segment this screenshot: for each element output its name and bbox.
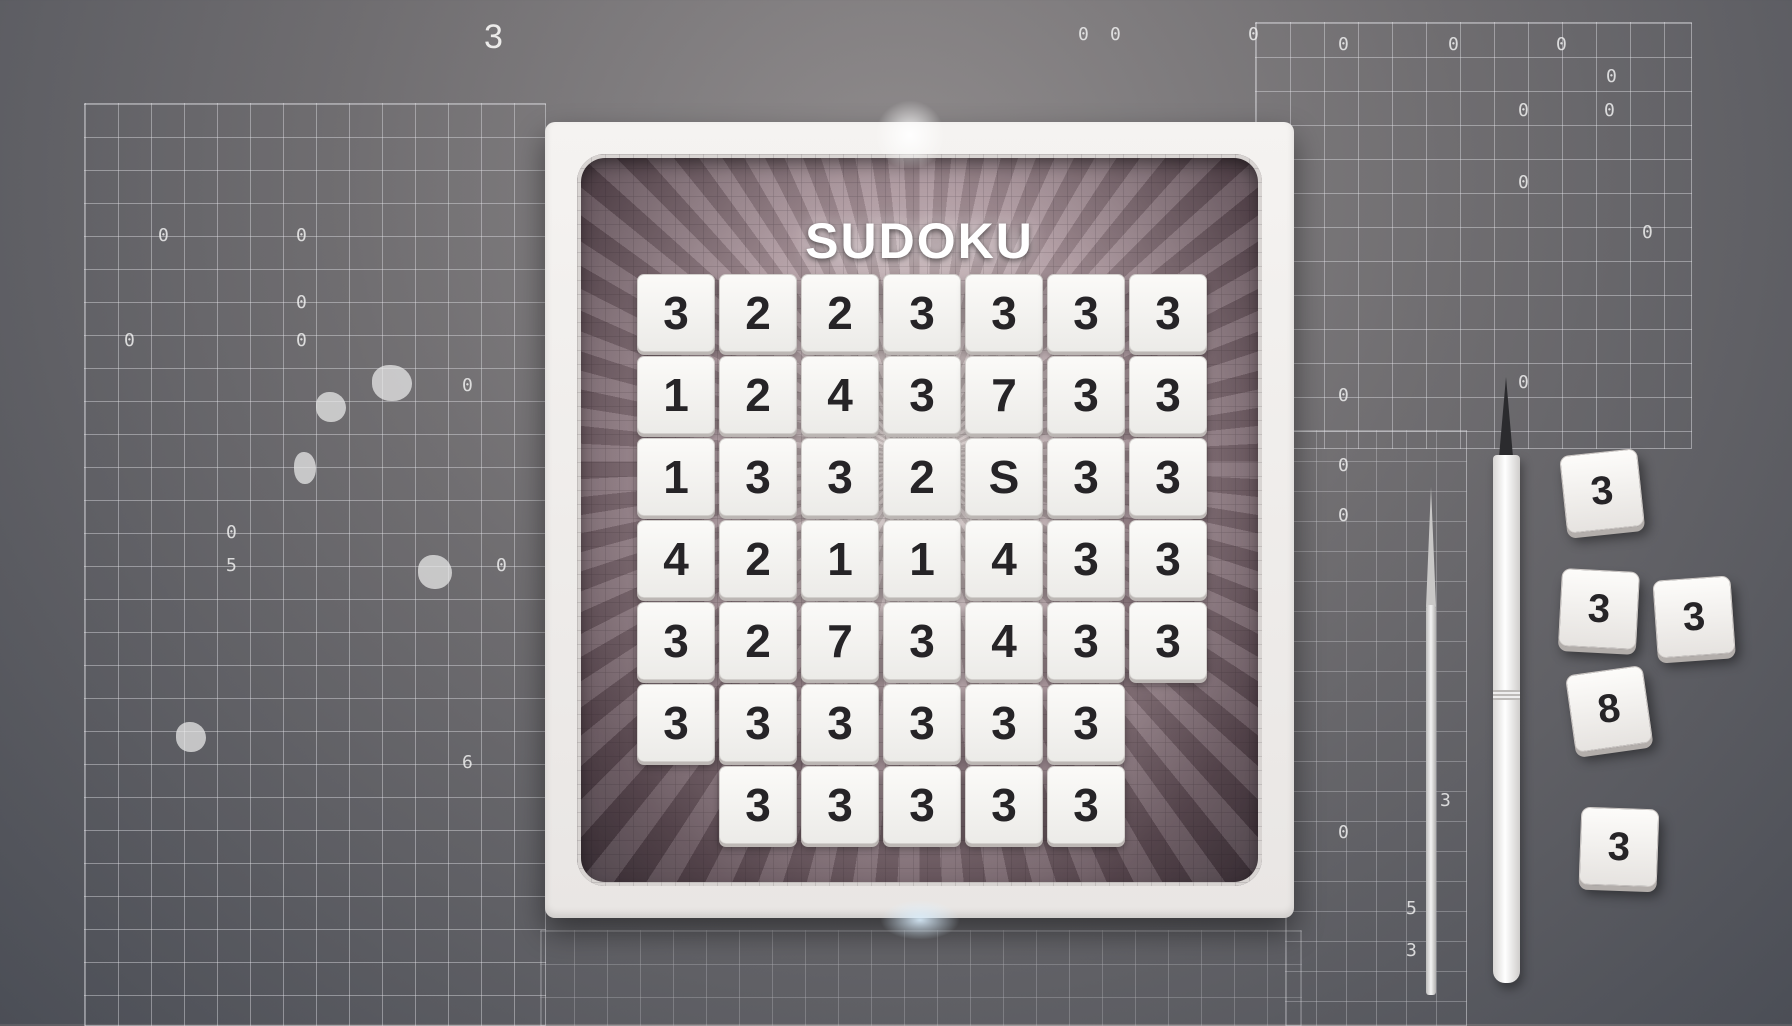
scribble-mark: 0 (1110, 24, 1121, 45)
loose-number-tile[interactable]: 3 (1652, 575, 1736, 659)
sudoku-cell[interactable]: 1 (883, 520, 961, 598)
sudoku-cell[interactable]: 2 (719, 520, 797, 598)
sudoku-cell[interactable]: 3 (719, 684, 797, 762)
sudoku-cell[interactable]: 3 (883, 602, 961, 680)
scribble-mark: 0 (1338, 455, 1349, 476)
light-flare (875, 100, 945, 170)
sudoku-cell[interactable]: 3 (801, 766, 879, 844)
sudoku-cell[interactable]: 3 (1047, 766, 1125, 844)
sudoku-cell[interactable]: 3 (637, 684, 715, 762)
sudoku-cell[interactable]: 3 (883, 684, 961, 762)
sudoku-cell[interactable]: 7 (965, 356, 1043, 434)
loose-number-tile[interactable]: 3 (1578, 806, 1660, 888)
scribble-mark: 0 (1338, 34, 1349, 55)
sudoku-cell[interactable]: 3 (883, 356, 961, 434)
graph-paper-right (1255, 22, 1692, 449)
sudoku-cell[interactable]: 3 (883, 274, 961, 352)
graph-paper-left (84, 103, 546, 1026)
scribble-mark: 0 (296, 225, 307, 246)
sudoku-cell[interactable]: 3 (719, 766, 797, 844)
scribble-mark: 0 (124, 330, 135, 351)
scribble-mark: 0 (1448, 34, 1459, 55)
scribble-digit-top: 3 (484, 18, 503, 56)
scribble-mark: 0 (296, 330, 307, 351)
sudoku-cell[interactable]: 3 (1047, 684, 1125, 762)
sudoku-cell[interactable]: 3 (1047, 520, 1125, 598)
scribble-mark: 3 (1406, 940, 1417, 961)
scribble-mark: 0 (1338, 822, 1349, 843)
sudoku-cell[interactable]: 1 (801, 520, 879, 598)
sudoku-cell[interactable]: 3 (1129, 602, 1207, 680)
game-title: SUDOKU (805, 213, 1034, 269)
scribble-mark: 0 (1338, 385, 1349, 406)
sudoku-cell[interactable]: S (965, 438, 1043, 516)
sudoku-cell[interactable]: 3 (1047, 438, 1125, 516)
graph-paper-bottom (540, 930, 1302, 1026)
stylus-icon (1426, 605, 1436, 995)
sudoku-cell[interactable]: 3 (719, 438, 797, 516)
sudoku-cell[interactable]: 4 (801, 356, 879, 434)
scribble-mark: 0 (462, 375, 473, 396)
sudoku-cell[interactable]: 4 (637, 520, 715, 598)
sudoku-cell[interactable]: 1 (637, 356, 715, 434)
light-flare (880, 900, 960, 940)
game-scene: 3 0 0 0 0 0 0 0 0 5 6 0 0 0 0 0 0 0 0 0 … (0, 0, 1792, 1026)
scribble-mark: 5 (1406, 898, 1417, 919)
scribble-mark: 0 (1606, 66, 1617, 87)
scribble-mark: 0 (296, 292, 307, 313)
scribble-mark: 0 (1248, 24, 1259, 45)
graph-paper-strip (1285, 430, 1467, 1026)
sudoku-cell[interactable]: 4 (965, 602, 1043, 680)
sudoku-cell[interactable]: 3 (1129, 356, 1207, 434)
scribble-mark: 5 (226, 555, 237, 576)
sudoku-cell[interactable]: 2 (719, 602, 797, 680)
sudoku-cell[interactable]: 3 (637, 602, 715, 680)
scribble-mark: 0 (158, 225, 169, 246)
sudoku-cell[interactable]: 2 (719, 356, 797, 434)
sudoku-cell[interactable]: 3 (965, 274, 1043, 352)
scribble-mark: 0 (1338, 505, 1349, 526)
pen-icon (1499, 377, 1513, 457)
scribble-mark: 0 (226, 522, 237, 543)
sudoku-cell[interactable]: 3 (1129, 520, 1207, 598)
sudoku-cell[interactable]: 2 (883, 438, 961, 516)
scribble-mark: 0 (496, 555, 507, 576)
scribble-mark: 0 (1518, 372, 1529, 393)
scribble-mark: 0 (1604, 100, 1615, 121)
scribble-mark: 3 (1440, 790, 1451, 811)
pen-grip (1493, 690, 1520, 700)
scribble-mark: 0 (1518, 100, 1529, 121)
sudoku-cell[interactable]: 1 (637, 438, 715, 516)
stylus-icon (1426, 487, 1436, 607)
loose-number-tile[interactable]: 3 (1558, 568, 1640, 650)
paint-blob (176, 722, 206, 752)
sudoku-cell[interactable]: 3 (801, 684, 879, 762)
sudoku-cell[interactable]: 3 (1047, 356, 1125, 434)
paint-blob (418, 555, 452, 589)
sudoku-cell[interactable]: 3 (637, 274, 715, 352)
scribble-mark: 0 (1518, 172, 1529, 193)
scribble-mark: 6 (462, 752, 473, 773)
scribble-mark: 0 (1556, 34, 1567, 55)
pen-icon[interactable] (1493, 455, 1520, 983)
paint-blob (294, 452, 316, 484)
sudoku-cell[interactable]: 3 (1129, 438, 1207, 516)
scribble-mark: 0 (1078, 24, 1089, 45)
sudoku-cell[interactable]: 4 (965, 520, 1043, 598)
sudoku-cell[interactable]: 2 (801, 274, 879, 352)
scribble-mark: 0 (1642, 222, 1653, 243)
sudoku-cell[interactable]: 3 (1047, 602, 1125, 680)
sudoku-cell[interactable]: 3 (883, 766, 961, 844)
sudoku-cell[interactable]: 7 (801, 602, 879, 680)
paint-blob (372, 365, 412, 401)
sudoku-cell[interactable]: 3 (1129, 274, 1207, 352)
sudoku-cell[interactable]: 3 (965, 766, 1043, 844)
loose-number-tile[interactable]: 8 (1564, 664, 1654, 754)
sudoku-cell[interactable]: 3 (1047, 274, 1125, 352)
loose-number-tile[interactable]: 3 (1559, 448, 1645, 534)
paint-blob (316, 392, 346, 422)
sudoku-cell[interactable]: 3 (965, 684, 1043, 762)
sudoku-cell[interactable]: 2 (719, 274, 797, 352)
sudoku-cell[interactable]: 3 (801, 438, 879, 516)
